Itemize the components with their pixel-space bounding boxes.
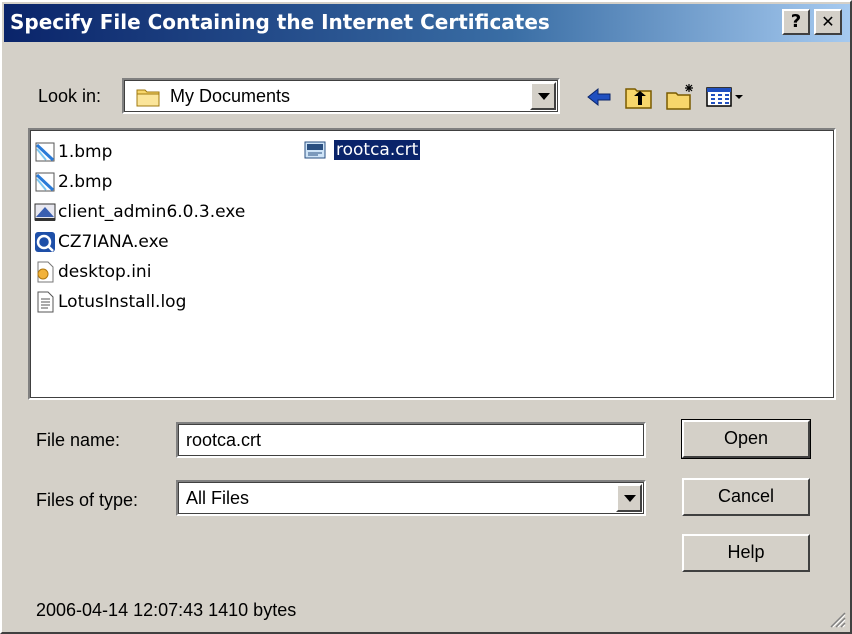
open-button-label: Open [723, 428, 769, 448]
close-button[interactable]: ✕ [814, 9, 842, 35]
file-name-label: File name: [36, 430, 121, 450]
look-in-dropdown-arrow[interactable] [530, 82, 556, 110]
file-name: 1.bmp [58, 142, 113, 162]
help-title-label: ? [790, 11, 802, 32]
view-menu-icon[interactable] [704, 82, 750, 112]
file-type-dropdown-arrow[interactable] [616, 484, 642, 512]
application-icon [35, 232, 55, 252]
file-name-field[interactable]: rootca.crt [176, 422, 646, 458]
bitmap-icon [35, 142, 55, 162]
bitmap-icon [35, 172, 55, 192]
file-list[interactable]: 1.bmp 2.bmp client_admin6.0.3.exe CZ7IAN… [28, 128, 836, 400]
folder-icon [136, 89, 160, 107]
up-one-level-icon[interactable] [622, 82, 656, 112]
file-type-label: Files of type: [36, 490, 139, 510]
certificate-icon [304, 141, 326, 159]
file-type-value: All Files [186, 488, 250, 508]
file-info-status: 2006-04-14 12:07:43 1410 bytes [36, 600, 297, 620]
create-new-folder-icon[interactable] [664, 82, 698, 112]
title-bar[interactable]: Specify File Containing the Internet Cer… [4, 4, 850, 42]
help-title-button[interactable]: ? [782, 9, 810, 35]
back-icon[interactable] [582, 82, 616, 112]
cancel-button-label: Cancel [717, 486, 775, 506]
close-icon: ✕ [821, 12, 835, 31]
help-button-label: Help [727, 542, 765, 562]
open-file-dialog: Specify File Containing the Internet Cer… [0, 0, 852, 634]
file-name-value: rootca.crt [186, 430, 262, 450]
look-in-value: My Documents [170, 86, 291, 106]
installer-icon [34, 203, 56, 221]
open-button[interactable]: Open [681, 419, 811, 459]
file-type-dropdown[interactable]: All Files [176, 480, 646, 516]
help-button[interactable]: Help [682, 534, 810, 572]
look-in-label: Look in: [38, 86, 102, 106]
look-in-dropdown[interactable]: My Documents [122, 78, 560, 114]
window-title: Specify File Containing the Internet Cer… [10, 10, 550, 34]
file-name: desktop.ini [58, 262, 152, 282]
file-name: rootca.crt [332, 139, 422, 161]
file-name: client_admin6.0.3.exe [58, 202, 246, 222]
file-name: 2.bmp [58, 172, 113, 192]
resize-grip-icon[interactable] [828, 610, 846, 628]
cancel-button[interactable]: Cancel [682, 478, 810, 516]
settings-file-icon [37, 261, 54, 283]
text-file-icon [37, 291, 54, 313]
file-name: CZ7IANA.exe [58, 232, 169, 252]
file-name: LotusInstall.log [58, 292, 187, 312]
